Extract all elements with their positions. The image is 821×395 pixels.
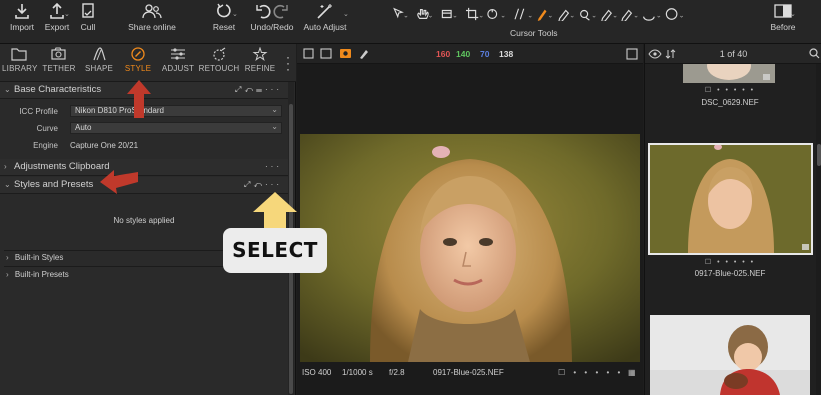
yellow-arrow-up-icon <box>253 192 297 228</box>
red-arrow-up-icon <box>127 80 151 118</box>
select-annotation-badge: SELECT <box>223 228 327 273</box>
red-arrow-left-icon <box>100 170 138 194</box>
tutorial-annotations <box>100 80 297 228</box>
